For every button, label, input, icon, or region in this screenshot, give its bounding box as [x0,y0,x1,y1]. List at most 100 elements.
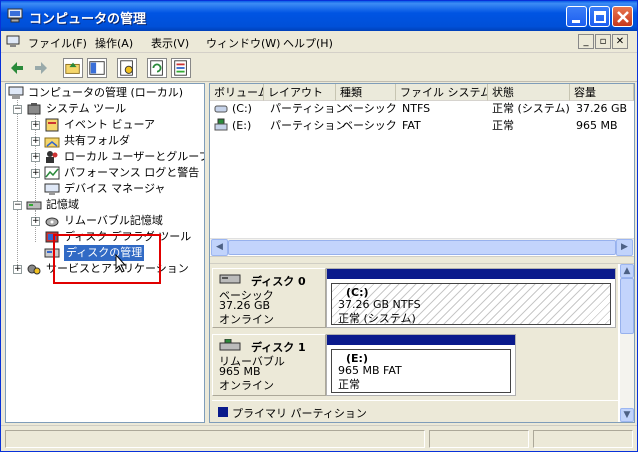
shared-folder-icon [44,137,60,148]
minimize-icon [572,20,580,23]
tree-root-label: コンピュータの管理 (ローカル) [28,86,184,99]
disk-0-label[interactable]: ディスク 0 ベーシック 37.26 GB オンライン [212,268,326,328]
col-capacity[interactable]: 容量 [570,84,634,101]
back-arrow-icon[interactable] [7,58,27,78]
legend: プライマリ パーティション [212,400,618,422]
performance-log-icon [44,166,60,180]
tree-item-label: リムーバブル記憶域 [64,214,163,227]
event-viewer-icon [45,118,59,132]
removable-drive-icon [214,118,228,131]
cell-type: ベーシック [342,102,397,115]
horizontal-scrollbar[interactable]: ◀ ▶ [210,238,634,256]
mdi-minimize-button[interactable]: _ [578,34,594,49]
disk-state: オンライン [219,313,274,326]
maximize-button[interactable] [589,6,610,27]
cell-volume: (C:) [232,102,252,115]
drive-icon [214,105,228,113]
menu-view[interactable]: 表示(V) [151,35,189,51]
maximize-icon [594,11,606,23]
partition-bar [327,335,515,345]
status-panel [5,430,425,448]
scroll-up-button[interactable]: ▲ [620,264,634,278]
partition-area: (E:) 965 MB FAT 正常 [331,349,511,393]
removable-storage-icon [45,217,59,227]
properties-icon[interactable] [117,58,137,78]
cell-capacity: 965 MB [576,119,618,132]
tree-expander[interactable]: − [13,105,22,114]
device-manager-icon [44,183,60,195]
minimize-button[interactable] [566,6,587,27]
highlight-box [53,234,161,284]
status-panel [533,430,633,448]
users-icon [46,151,58,163]
menu-action[interactable]: 操作(A) [95,35,133,51]
tree-item-label: システム ツール [46,102,127,115]
scroll-left-button[interactable]: ◀ [211,239,228,256]
disk-graphical-view: ディスク 0 ベーシック 37.26 GB オンライン (C:) 37.26 G… [210,264,618,422]
col-status[interactable]: 状態 [488,84,570,101]
partition-status: 正常 (システム) [338,312,416,325]
legend-label: プライマリ パーティション [232,407,367,420]
tree-item-label: ローカル ユーザーとグループ [64,150,205,163]
partition-status: 正常 [338,378,360,391]
col-type[interactable]: 種類 [336,84,396,101]
services-icon [27,264,41,275]
partition-area: (C:) 37.26 GB NTFS 正常 (システム) [331,283,611,325]
tree-expander[interactable]: + [31,217,40,226]
volume-pane: ボリューム レイアウト 種類 ファイル システム 状態 容量 (C:) パーティ… [209,83,635,423]
tree-expander[interactable]: + [31,153,40,162]
tree-item-label: 記憶域 [46,198,79,211]
up-folder-icon[interactable] [63,58,83,78]
app-menu-icon[interactable] [6,35,20,48]
storage-icon [26,201,42,210]
col-volume[interactable]: ボリューム [210,84,264,101]
cell-layout: パーティション [270,119,347,132]
menu-window[interactable]: ウィンドウ(W) [206,35,280,51]
tree-item-label: イベント ビューア [64,118,156,131]
computer-management-icon [7,8,23,23]
tree-expander[interactable]: + [13,265,22,274]
cell-status: 正常 (システム) [492,102,570,115]
col-layout[interactable]: レイアウト [264,84,336,101]
menu-help[interactable]: ヘルプ(H) [283,35,333,51]
menu-bar: ファイル(F) 操作(A) 表示(V) ウィンドウ(W) ヘルプ(H) _ ▫ … [1,31,637,53]
col-filesystem[interactable]: ファイル システム [396,84,488,101]
forward-arrow-icon[interactable] [31,58,51,78]
computer-icon [8,86,24,99]
status-panel [429,430,529,448]
export-list-icon[interactable] [171,58,191,78]
disk-state: オンライン [219,379,274,392]
cell-filesystem: NTFS [402,102,431,115]
scroll-down-button[interactable]: ▼ [620,408,634,422]
partition-bar [327,269,615,279]
cell-status: 正常 [492,119,514,132]
mdi-close-button[interactable]: ✕ [612,34,628,49]
menu-file[interactable]: ファイル(F) [28,35,87,51]
cell-capacity: 37.26 GB [576,102,628,115]
refresh-icon[interactable] [147,58,167,78]
partition-e[interactable]: (E:) 965 MB FAT 正常 [326,334,516,396]
tree-expander[interactable]: + [31,169,40,178]
disk-1-label[interactable]: ディスク 1 リムーバブル 965 MB オンライン [212,334,326,396]
tree-item-label: パフォーマンス ログと警告 [64,166,200,179]
mouse-cursor-icon [115,254,127,273]
tree-item-label: 共有フォルダ [64,134,130,147]
scroll-thumb[interactable] [228,240,616,255]
partition-c[interactable]: (C:) 37.26 GB NTFS 正常 (システム) [326,268,616,328]
show-hide-tree-icon[interactable] [87,58,107,78]
vertical-scrollbar[interactable]: ▲ ▼ [620,264,634,422]
tree-expander[interactable]: + [31,121,40,130]
tree-expander[interactable]: − [13,201,22,210]
scroll-thumb[interactable] [620,278,634,334]
status-bar [1,425,637,451]
cell-volume: (E:) [232,119,252,132]
close-button[interactable] [612,6,633,27]
app-window: コンピュータの管理 ファイル(F) 操作(A) 表示(V) ウィンドウ(W) ヘ… [0,0,638,452]
title-bar[interactable]: コンピュータの管理 [1,1,637,31]
close-icon [617,11,629,23]
scroll-right-button[interactable]: ▶ [616,239,633,256]
mdi-restore-button[interactable]: ▫ [595,34,611,49]
hard-disk-icon [219,274,241,284]
pane-splitter[interactable] [210,256,634,264]
tree-expander[interactable]: + [31,137,40,146]
